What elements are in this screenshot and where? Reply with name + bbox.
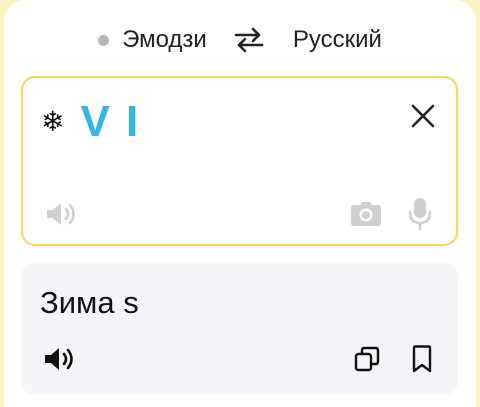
speaker-icon — [47, 203, 75, 225]
copy-icon — [354, 346, 380, 372]
translator-card: Эмодзи Русский ❄ V I Зима s — [4, 0, 476, 407]
translation-text: Зима s — [40, 285, 139, 320]
camera-icon — [351, 202, 381, 226]
bookmark-icon — [412, 345, 432, 373]
camera-button[interactable] — [350, 201, 382, 232]
translation-output: Зима s — [21, 263, 458, 395]
copy-button[interactable] — [354, 346, 380, 377]
source-language-label: Эмодзи — [122, 26, 207, 53]
target-language-selector[interactable]: Русский — [293, 26, 382, 54]
snowflake-emoji: ❄ — [41, 106, 67, 137]
source-language-selector[interactable]: Эмодзи — [98, 26, 207, 54]
language-bar: Эмодзи Русский — [4, 22, 476, 58]
microphone-button[interactable] — [408, 197, 432, 236]
swap-languages-button[interactable] — [233, 26, 265, 54]
clear-button[interactable] — [410, 103, 436, 134]
source-text-input[interactable]: ❄ V I — [21, 76, 458, 246]
listen-source-button[interactable] — [45, 200, 79, 233]
listen-translation-button[interactable] — [43, 345, 77, 378]
language-indicator-dot — [98, 35, 110, 46]
close-icon — [411, 104, 435, 128]
microphone-icon — [408, 198, 432, 231]
speaker-icon — [45, 348, 73, 370]
bookmark-button[interactable] — [412, 345, 432, 378]
source-text-value: V I — [80, 97, 141, 146]
source-text[interactable]: ❄ V I — [41, 100, 140, 144]
swap-arrows-icon — [234, 27, 264, 53]
